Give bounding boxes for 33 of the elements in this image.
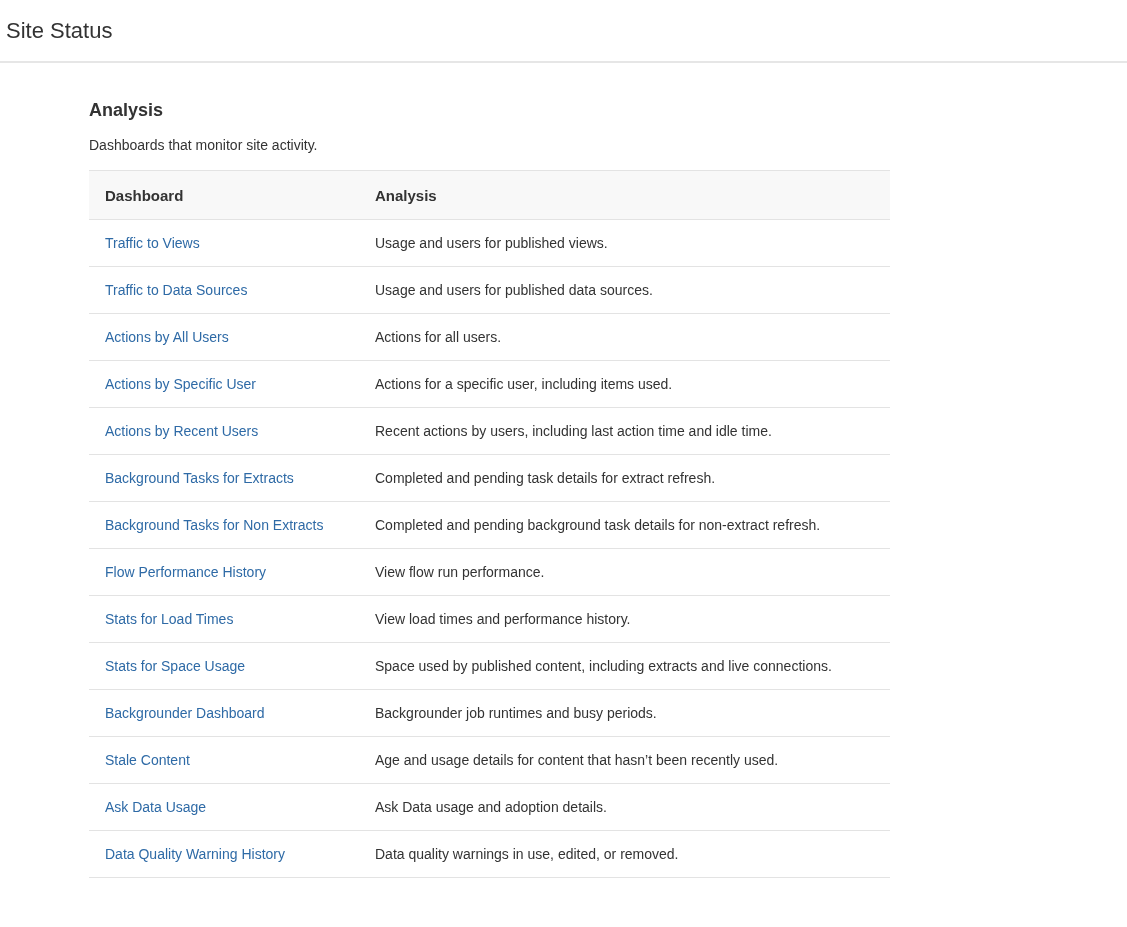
table-cell: Data quality warnings in use, edited, or removed.	[375, 846, 679, 862]
dashboard-link[interactable]: Stats for Space Usage	[105, 658, 246, 674]
table-cell: Space used by published content, including extracts and live connections.	[375, 658, 832, 674]
column-header: Dashboard	[89, 170, 359, 220]
dashboard-link[interactable]: Background Tasks for Non Extracts	[105, 517, 324, 533]
table-cell: Age and usage details for content that hasn’t been recently used.	[375, 752, 779, 768]
dashboard-link[interactable]: Flow Performance History	[105, 564, 267, 580]
table-cell: Ask Data usage and adoption details.	[375, 799, 607, 815]
table-cell: Usage and users for published views.	[375, 235, 608, 251]
dashboard-link[interactable]: Actions by Specific User	[105, 376, 256, 392]
table-cell: Completed and pending background task details for non-extract refresh.	[375, 517, 821, 533]
dashboard-link[interactable]: Data Quality Warning History	[105, 846, 285, 862]
page-title: Site Status	[6, 17, 113, 44]
dashboard-link[interactable]: Ask Data Usage	[105, 799, 207, 815]
table-cell: View load times and performance history.	[375, 611, 631, 627]
dashboard-link[interactable]: Backgrounder Dashboard	[105, 705, 265, 721]
table-cell: Usage and users for published data sources.	[375, 282, 653, 298]
dashboard-link[interactable]: Traffic to Views	[105, 235, 200, 251]
dashboard-link[interactable]: Stale Content	[105, 752, 190, 768]
table-cell: Actions for all users.	[375, 329, 502, 345]
dashboard-link[interactable]: Background Tasks for Extracts	[105, 470, 294, 486]
section-description: Dashboards that monitor site activity.	[89, 137, 319, 153]
column-header: Analysis	[359, 170, 890, 220]
table-cell: Recent actions by users, including last action time and idle time.	[375, 423, 772, 439]
dashboard-link[interactable]: Traffic to Data Sources	[105, 282, 248, 298]
dashboard-link[interactable]: Actions by All Users	[105, 329, 229, 345]
table-cell: Backgrounder job runtimes and busy periods.	[375, 705, 657, 721]
section-heading: Analysis	[89, 100, 165, 122]
table-cell: Actions for a specific user, including items used.	[375, 376, 673, 392]
table-cell: View flow run performance.	[375, 564, 545, 580]
dashboard-link[interactable]: Actions by Recent Users	[105, 423, 259, 439]
dashboard-link[interactable]: Stats for Load Times	[105, 611, 234, 627]
table-cell: Completed and pending task details for extract refresh.	[375, 470, 716, 486]
